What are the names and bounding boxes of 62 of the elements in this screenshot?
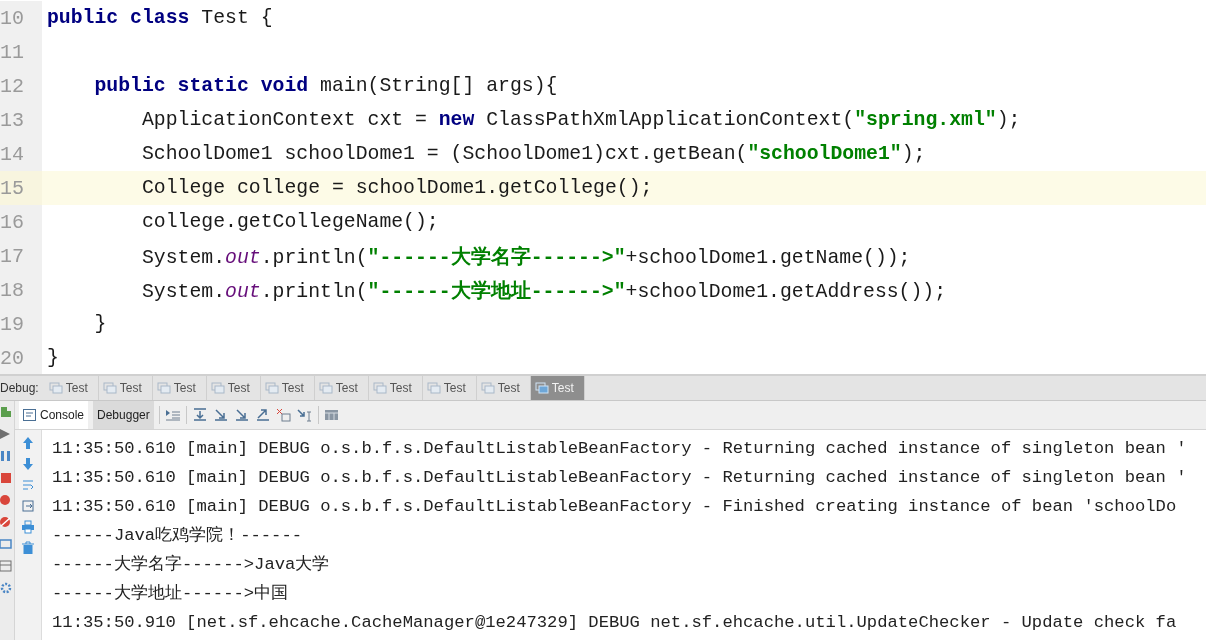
- console-line: ------Java吃鸡学院！------: [52, 525, 304, 547]
- console-line: 11:35:50.610 [main] DEBUG o.s.b.f.s.DefaultListableBeanFactory - Returning cached instance of singleton bean ': [52, 467, 1188, 489]
- trash-icon[interactable]: [22, 541, 34, 555]
- code-line: SchoolDome1 schoolDome1 = (SchoolDome1)cxt.getBean("schoolDome1");: [140, 143, 926, 165]
- code-line: ApplicationContext cxt = new ClassPathXmlApplicationContext("spring.xml");: [140, 109, 1021, 131]
- line-number: 20: [0, 346, 24, 370]
- pause-icon[interactable]: [0, 449, 12, 463]
- down-arrow-icon[interactable]: [22, 457, 34, 471]
- force-step-into-icon[interactable]: [233, 408, 250, 422]
- settings-icon[interactable]: [0, 581, 12, 595]
- line-number: 18: [0, 278, 24, 302]
- window-icon: [264, 382, 279, 394]
- line-number: 11: [0, 40, 24, 64]
- code-line: college.getCollegeName();: [140, 211, 439, 233]
- up-arrow-icon[interactable]: [22, 436, 34, 450]
- window-icon: [534, 382, 549, 394]
- console-line: 11:35:50.910 [net.sf.ehcache.CacheManager@1e247329] DEBUG net.sf.ehcache.util.UpdateChecker - Update check fa: [52, 612, 1178, 634]
- console-line: 11:35:50.610 [main] DEBUG o.s.b.f.s.DefaultListableBeanFactory - Finished creating instance of bean 'schoolDo: [52, 496, 1178, 518]
- scroll-to-end-icon[interactable]: [22, 499, 34, 513]
- code-line: }: [93, 313, 107, 335]
- console-tab[interactable]: Console: [19, 401, 89, 429]
- stop-icon[interactable]: [0, 471, 12, 485]
- layout-icon[interactable]: [0, 559, 12, 573]
- step-into-icon[interactable]: [212, 408, 229, 422]
- run-to-cursor-icon[interactable]: [296, 408, 313, 422]
- line-number: 17: [0, 244, 24, 268]
- code-line: System.out.println("------大学名字------>"+schoolDome1.getName());: [140, 246, 911, 269]
- line-number: 10: [0, 6, 24, 30]
- console-line: 11:35:50.610 [main] DEBUG o.s.b.f.s.DefaultListableBeanFactory - Returning cached instance of singleton bean ': [52, 438, 1188, 460]
- console-line: ------大学名字------>Java大学: [52, 553, 331, 576]
- code-line: System.out.println("------大学地址------>"+schoolDome1.getAddress());: [140, 280, 947, 303]
- line-number: 12: [0, 74, 24, 98]
- code-line: }: [47, 347, 59, 369]
- console-tab[interactable]: Debugger: [93, 401, 154, 429]
- soft-wrap-icon[interactable]: [22, 478, 34, 492]
- window-icon: [480, 382, 495, 394]
- line-number: 14: [0, 142, 24, 166]
- window-icon: [426, 382, 441, 394]
- window-icon: [48, 382, 63, 394]
- window-icon: [102, 382, 117, 394]
- window-icon: [210, 382, 225, 394]
- line-number: 15: [0, 176, 24, 200]
- code-line: public class Test {: [47, 7, 273, 29]
- line-number: 19: [0, 312, 24, 336]
- debug-label: Debug:: [0, 380, 40, 397]
- window-icon: [318, 382, 333, 394]
- step-over-icon[interactable]: [191, 408, 208, 422]
- mute-breakpoints-icon[interactable]: [0, 515, 12, 529]
- console-icon: [23, 409, 36, 421]
- frames-icon[interactable]: [164, 408, 181, 422]
- print-icon[interactable]: [22, 520, 34, 534]
- console-line: ------大学地址------>中国: [52, 583, 290, 605]
- step-out-icon[interactable]: [254, 408, 271, 422]
- window-icon: [156, 382, 171, 394]
- drop-frame-icon[interactable]: [275, 408, 292, 422]
- resume-icon[interactable]: [0, 427, 12, 441]
- code-line: College college = schoolDome1.getCollege();: [140, 177, 653, 199]
- window-icon: [372, 382, 387, 394]
- line-number: 13: [0, 108, 24, 132]
- code-line: public static void main(String[] args){: [93, 75, 558, 97]
- breakpoints-icon[interactable]: [0, 493, 12, 507]
- line-number: 16: [0, 210, 24, 234]
